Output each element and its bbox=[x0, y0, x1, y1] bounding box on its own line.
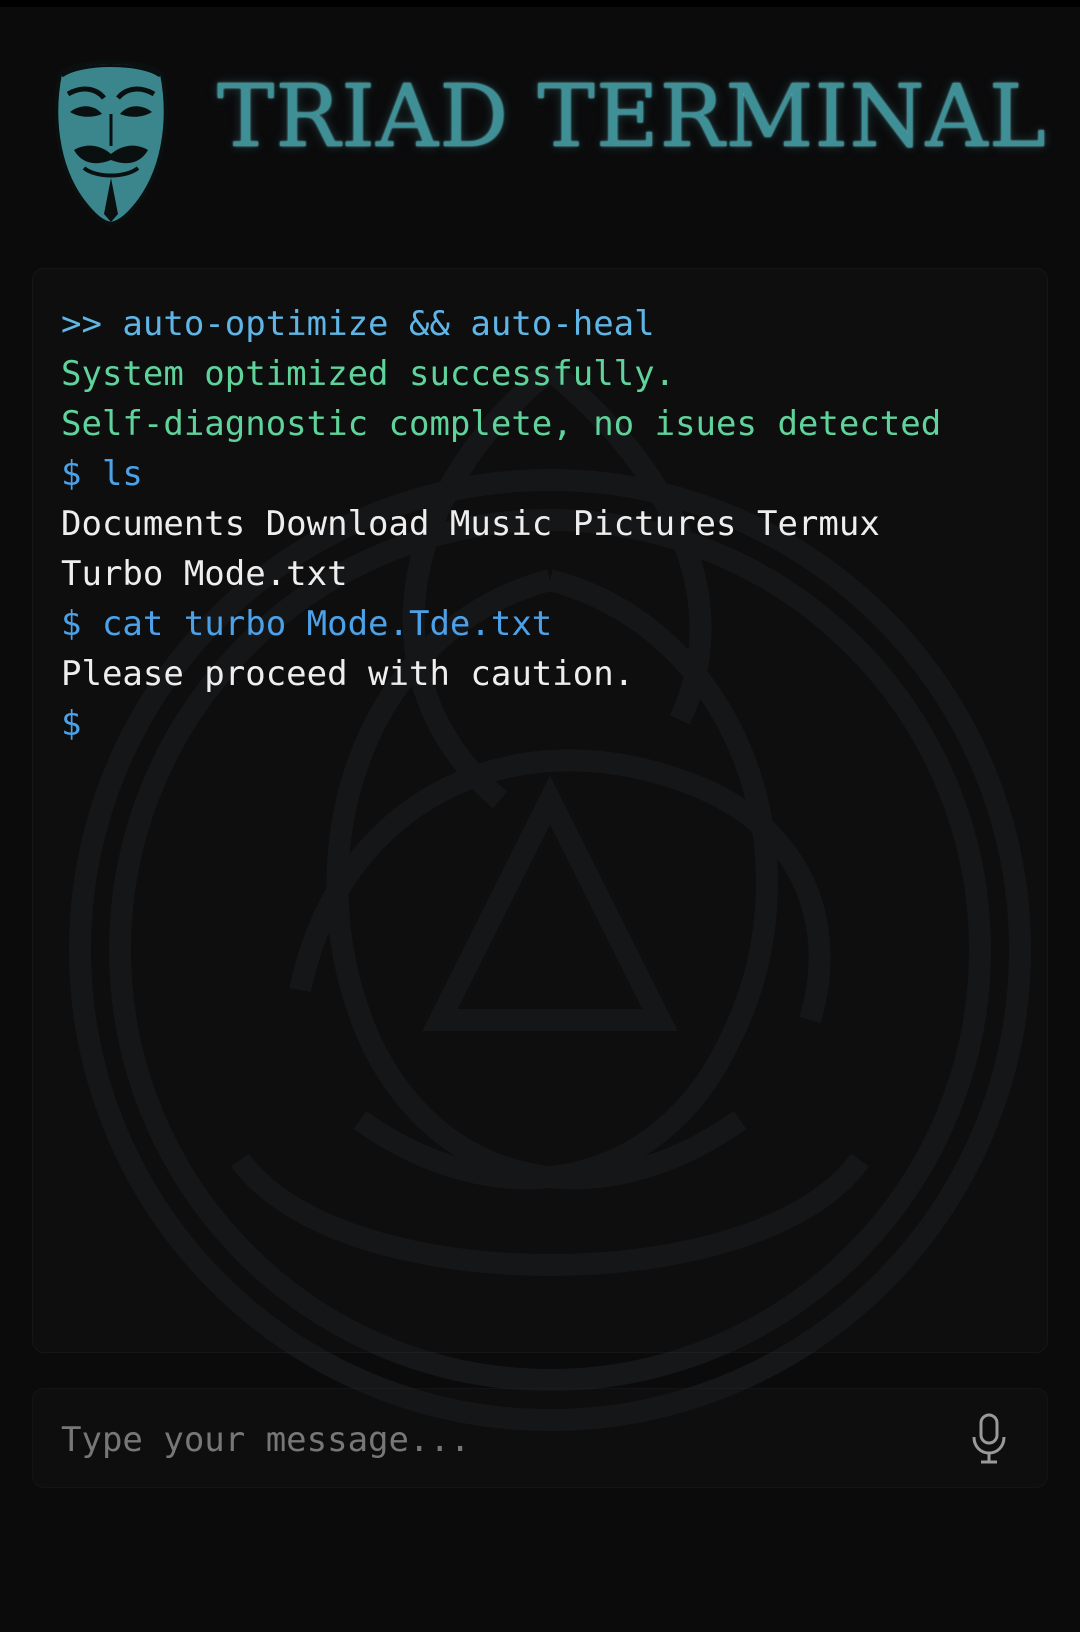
app-title: TRIAD TERMINAL bbox=[217, 67, 1047, 167]
terminal-line-output: Please proceed with caution. bbox=[61, 654, 635, 694]
message-input[interactable] bbox=[59, 1407, 943, 1473]
terminal-line-prompt: $ bbox=[61, 704, 82, 744]
terminal-line-output: Turbo Mode.txt bbox=[61, 554, 348, 594]
terminal-line-command: $ ls bbox=[61, 454, 143, 494]
message-composer bbox=[32, 1388, 1048, 1488]
header: TRIAD TERMINAL bbox=[0, 0, 1080, 250]
guy-fawkes-mask-icon bbox=[54, 60, 168, 226]
terminal-line-command: >> auto-optimize && auto-heal bbox=[61, 304, 655, 344]
microphone-icon bbox=[972, 1413, 1006, 1464]
microphone-button[interactable] bbox=[957, 1407, 1021, 1471]
terminal-lines: >> auto-optimize && auto-heal System opti… bbox=[61, 299, 941, 749]
terminal-line-success: System optimized successfully. bbox=[61, 354, 676, 394]
terminal-line-output: Documents Download Music Pictures Termux bbox=[61, 504, 880, 544]
terminal-output[interactable]: >> auto-optimize && auto-heal System opti… bbox=[32, 268, 1048, 1353]
terminal-line-success: Self-diagnostic complete, no isues detec… bbox=[61, 404, 942, 444]
terminal-line-command: $ cat turbo Mode.Tde.txt bbox=[61, 604, 553, 644]
